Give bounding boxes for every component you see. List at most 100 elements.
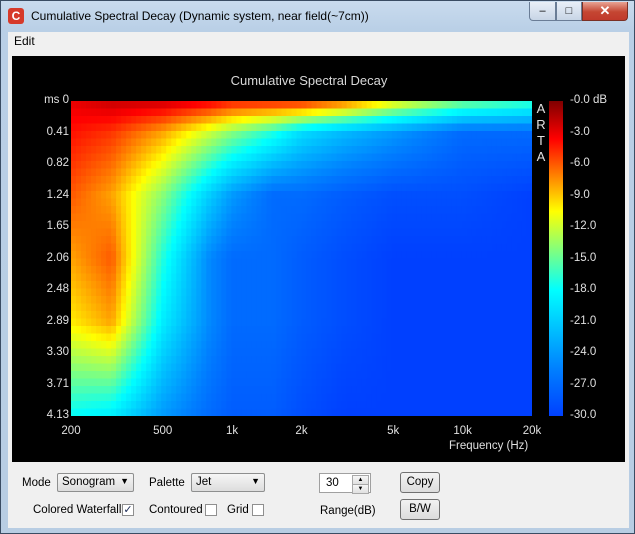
heatmap-cell bbox=[526, 326, 532, 335]
heatmap-cell bbox=[311, 161, 318, 170]
heatmap-cell bbox=[266, 153, 273, 162]
heatmap-cell bbox=[151, 303, 157, 312]
heatmap-cell bbox=[271, 176, 278, 185]
heatmap-cell bbox=[96, 318, 102, 327]
heatmap-cell bbox=[166, 168, 172, 177]
heatmap-cell bbox=[91, 243, 97, 252]
heatmap-cell bbox=[151, 243, 157, 252]
heatmap-cell bbox=[351, 123, 358, 132]
heatmap-cell bbox=[481, 341, 488, 350]
grid-checkbox[interactable] bbox=[252, 504, 264, 516]
heatmap-cell bbox=[161, 108, 167, 117]
heatmap-cell bbox=[141, 273, 147, 282]
heatmap-cell bbox=[471, 311, 478, 320]
heatmap-cell bbox=[371, 371, 378, 380]
heatmap-cell bbox=[136, 401, 142, 410]
heatmap-cell bbox=[236, 333, 242, 342]
heatmap-cell bbox=[311, 251, 318, 260]
close-button[interactable]: ✕ bbox=[582, 2, 628, 21]
menu-edit[interactable]: Edit bbox=[14, 34, 35, 48]
heatmap-cell bbox=[436, 296, 443, 305]
title-bar[interactable]: C Cumulative Spectral Decay (Dynamic sys… bbox=[1, 1, 634, 31]
heatmap-cell bbox=[126, 303, 132, 312]
heatmap-cell bbox=[161, 213, 167, 222]
heatmap-cell bbox=[111, 393, 117, 402]
heatmap-cell bbox=[516, 356, 523, 365]
heatmap-cell bbox=[126, 386, 132, 395]
heatmap-cell bbox=[166, 198, 172, 207]
heatmap-cell bbox=[271, 236, 278, 245]
copy-button[interactable]: Copy bbox=[400, 472, 440, 493]
heatmap-cell bbox=[256, 281, 263, 290]
heatmap-cell bbox=[306, 281, 313, 290]
y-tick-label: 2.06 bbox=[46, 251, 69, 264]
heatmap-cell bbox=[141, 153, 147, 162]
heatmap-cell bbox=[336, 333, 343, 342]
heatmap-cell bbox=[471, 108, 478, 117]
palette-select[interactable]: Jet ▼ bbox=[191, 473, 265, 492]
heatmap-cell bbox=[511, 161, 518, 170]
heatmap-cell bbox=[241, 288, 247, 297]
heatmap-cell bbox=[181, 123, 187, 132]
heatmap-cell bbox=[511, 401, 518, 410]
heatmap-cell bbox=[71, 138, 77, 147]
heatmap-cell bbox=[161, 386, 167, 395]
heatmap-cell bbox=[436, 116, 443, 125]
heatmap-cell bbox=[436, 183, 443, 192]
heatmap-cell bbox=[411, 176, 418, 185]
heatmap-cell bbox=[336, 123, 343, 132]
heatmap-cell bbox=[446, 123, 453, 132]
heatmap-cell bbox=[136, 138, 142, 147]
heatmap-cell bbox=[171, 243, 177, 252]
heatmap-cell bbox=[216, 341, 222, 350]
heatmap-cell bbox=[311, 348, 318, 357]
heatmap-cell bbox=[86, 341, 92, 350]
heatmap-cell bbox=[171, 363, 177, 372]
heatmap-cell bbox=[526, 273, 532, 282]
maximize-button[interactable]: □ bbox=[556, 2, 582, 21]
minimize-button[interactable]: – bbox=[529, 2, 556, 21]
contoured-checkbox[interactable] bbox=[205, 504, 217, 516]
heatmap-cell bbox=[111, 363, 117, 372]
heatmap-cell bbox=[511, 131, 518, 140]
heatmap-cell bbox=[441, 311, 448, 320]
spin-down-icon[interactable]: ▼ bbox=[352, 484, 369, 494]
heatmap-cell bbox=[411, 153, 418, 162]
heatmap-cell bbox=[281, 236, 288, 245]
heatmap-cell bbox=[226, 386, 232, 395]
heatmap-cell bbox=[436, 303, 443, 312]
heatmap-cell bbox=[311, 243, 318, 252]
heatmap-cell bbox=[256, 273, 263, 282]
heatmap-cell bbox=[216, 326, 222, 335]
heatmap-cell bbox=[241, 183, 247, 192]
heatmap-cell bbox=[401, 123, 408, 132]
heatmap-cell bbox=[426, 386, 433, 395]
heatmap-cell bbox=[236, 123, 242, 132]
heatmap-cell bbox=[166, 258, 172, 267]
heatmap-cell bbox=[271, 101, 278, 110]
heatmap-cell bbox=[291, 258, 298, 267]
heatmap-cell bbox=[416, 296, 423, 305]
heatmap-cell bbox=[461, 393, 468, 402]
heatmap-cell bbox=[96, 258, 102, 267]
heatmap-cell bbox=[476, 191, 483, 200]
mode-select[interactable]: Sonogram ▼ bbox=[57, 473, 134, 492]
heatmap-cell bbox=[501, 213, 508, 222]
heatmap-cell bbox=[456, 101, 463, 110]
heatmap-cell bbox=[436, 371, 443, 380]
heatmap-cell bbox=[396, 138, 403, 147]
heatmap-cell bbox=[256, 116, 263, 125]
heatmap-cell bbox=[206, 146, 212, 155]
heatmap-cell bbox=[481, 378, 488, 387]
colored-waterfall-checkbox[interactable]: ✓ bbox=[122, 504, 134, 516]
heatmap-cell bbox=[521, 101, 528, 110]
heatmap-cell bbox=[181, 221, 187, 230]
heatmap-cell bbox=[131, 363, 137, 372]
bw-button[interactable]: B/W bbox=[400, 499, 440, 520]
heatmap-cell bbox=[461, 281, 468, 290]
heatmap-cell bbox=[491, 356, 498, 365]
heatmap-cell bbox=[176, 138, 182, 147]
range-spinner[interactable]: 30 ▲ ▼ bbox=[319, 473, 371, 494]
heatmap-cell bbox=[171, 198, 177, 207]
heatmap-cell bbox=[286, 356, 293, 365]
